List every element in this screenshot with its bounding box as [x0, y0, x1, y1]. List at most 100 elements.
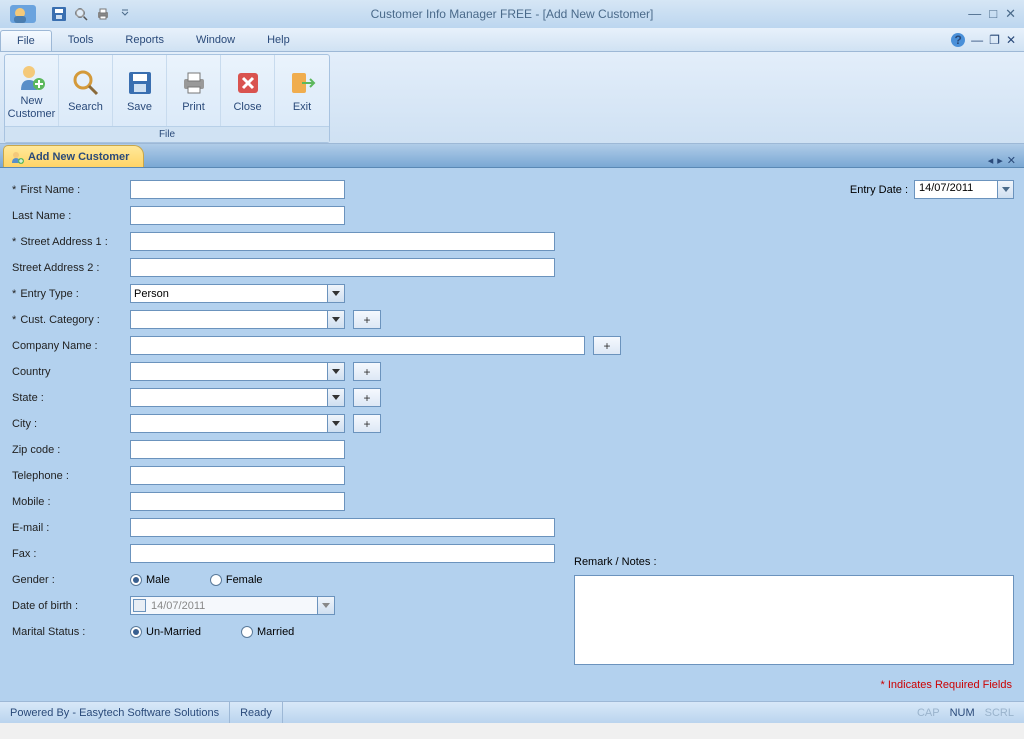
qat-customize-dropdown[interactable] — [116, 5, 134, 23]
add-customer-tab-icon — [10, 150, 24, 164]
menu-file[interactable]: File — [0, 30, 52, 51]
street2-input[interactable] — [130, 258, 555, 277]
required-fields-note: * Indicates Required Fields — [881, 679, 1012, 691]
first-name-input[interactable] — [130, 180, 345, 199]
radio-icon — [130, 574, 142, 586]
exit-icon — [286, 67, 318, 99]
close-button[interactable]: Close — [221, 55, 275, 126]
exit-label: Exit — [293, 101, 311, 113]
zip-input[interactable] — [130, 440, 345, 459]
status-bar: Powered By - Easytech Software Solutions… — [0, 701, 1024, 723]
city-dropdown-icon[interactable] — [327, 415, 344, 432]
country-combo[interactable] — [130, 362, 345, 381]
marital-married-radio[interactable]: Married — [241, 626, 294, 638]
tab-prev-icon[interactable]: ◂ — [988, 154, 994, 167]
state-label: State : — [10, 392, 130, 404]
radio-icon — [241, 626, 253, 638]
remark-block: Remark / Notes : — [574, 556, 1014, 668]
cust-category-combo[interactable] — [130, 310, 345, 329]
zip-label: Zip code : — [10, 444, 130, 456]
cust-category-dropdown-icon[interactable] — [327, 311, 344, 328]
city-label: City : — [10, 418, 130, 430]
window-controls: — □ ✕ — [968, 6, 1024, 22]
menu-window[interactable]: Window — [180, 30, 251, 50]
status-ready: Ready — [230, 702, 283, 723]
add-category-button[interactable]: + — [353, 310, 381, 329]
menu-bar: File Tools Reports Window Help ? — ❐ ✕ — [0, 28, 1024, 52]
entry-date-label: Entry Date : — [850, 184, 908, 196]
print-button[interactable]: Print — [167, 55, 221, 126]
search-button[interactable]: Search — [59, 55, 113, 126]
save-label: Save — [127, 101, 152, 113]
mdi-minimize-button[interactable]: — — [971, 33, 983, 47]
last-name-label: Last Name : — [10, 210, 130, 222]
maximize-button[interactable]: □ — [989, 6, 997, 22]
country-dropdown-icon[interactable] — [327, 363, 344, 380]
add-city-button[interactable]: + — [353, 414, 381, 433]
tab-close-icon[interactable]: ✕ — [1007, 154, 1016, 167]
gender-female-radio[interactable]: Female — [210, 574, 263, 586]
entry-date-dropdown-icon[interactable] — [997, 181, 1013, 198]
new-customer-button[interactable]: New Customer — [5, 55, 59, 126]
mdi-restore-button[interactable]: ❐ — [989, 33, 1000, 47]
gender-male-radio[interactable]: Male — [130, 574, 170, 586]
save-button[interactable]: Save — [113, 55, 167, 126]
remark-label: Remark / Notes : — [574, 556, 1014, 568]
marital-unmarried-radio[interactable]: Un-Married — [130, 626, 201, 638]
entry-type-combo[interactable] — [130, 284, 345, 303]
state-dropdown-icon[interactable] — [327, 389, 344, 406]
last-name-input[interactable] — [130, 206, 345, 225]
remark-textarea[interactable] — [574, 575, 1014, 665]
dob-enable-checkbox[interactable] — [133, 599, 146, 612]
minimize-button[interactable]: — — [968, 6, 981, 22]
add-country-button[interactable]: + — [353, 362, 381, 381]
country-label: Country — [10, 366, 130, 378]
dob-label: Date of birth : — [10, 600, 130, 612]
entry-date-value: 14/07/2011 — [919, 182, 973, 194]
qat-print-preview-icon[interactable] — [72, 5, 90, 23]
entry-date-field[interactable]: 14/07/2011 — [914, 180, 1014, 199]
print-icon — [178, 67, 210, 99]
menu-help[interactable]: Help — [251, 30, 306, 50]
status-powered-by: Powered By - Easytech Software Solutions — [0, 702, 230, 723]
save-icon — [124, 67, 156, 99]
new-customer-label: New Customer — [5, 95, 58, 119]
close-window-button[interactable]: ✕ — [1005, 6, 1016, 22]
add-state-button[interactable]: + — [353, 388, 381, 407]
title-bar: Customer Info Manager FREE - [Add New Cu… — [0, 0, 1024, 28]
status-scrl: SCRL — [985, 707, 1014, 719]
fax-input[interactable] — [130, 544, 555, 563]
mobile-input[interactable] — [130, 492, 345, 511]
dob-field[interactable] — [130, 596, 335, 615]
telephone-label: Telephone : — [10, 470, 130, 482]
help-icon[interactable]: ? — [951, 33, 965, 47]
company-name-input[interactable] — [130, 336, 585, 355]
company-name-label: Company Name : — [10, 340, 130, 352]
status-cap: CAP — [917, 707, 940, 719]
add-company-button[interactable]: + — [593, 336, 621, 355]
mdi-close-button[interactable]: ✕ — [1006, 33, 1016, 47]
street1-input[interactable] — [130, 232, 555, 251]
exit-button[interactable]: Exit — [275, 55, 329, 126]
dob-dropdown-icon[interactable] — [317, 597, 334, 614]
document-tab-strip: Add New Customer ◂ ▸ ✕ — [0, 144, 1024, 168]
search-label: Search — [68, 101, 103, 113]
form-panel: Entry Date : 14/07/2011 * First Name : L… — [0, 168, 1024, 701]
qat-save-icon[interactable] — [50, 5, 68, 23]
close-label: Close — [233, 101, 261, 113]
tab-add-new-customer[interactable]: Add New Customer — [3, 145, 144, 167]
ribbon-group-label: File — [5, 126, 329, 142]
email-input[interactable] — [130, 518, 555, 537]
menu-tools[interactable]: Tools — [52, 30, 110, 50]
entry-type-dropdown-icon[interactable] — [327, 285, 344, 302]
city-combo[interactable] — [130, 414, 345, 433]
new-customer-icon — [16, 61, 48, 93]
state-combo[interactable] — [130, 388, 345, 407]
menu-reports[interactable]: Reports — [109, 30, 180, 50]
tab-next-icon[interactable]: ▸ — [997, 154, 1003, 167]
app-logo — [4, 0, 44, 28]
qat-print-icon[interactable] — [94, 5, 112, 23]
telephone-input[interactable] — [130, 466, 345, 485]
ribbon-group-file: New Customer Search Save Print Close Exi… — [4, 54, 330, 143]
tab-label: Add New Customer — [28, 151, 129, 163]
